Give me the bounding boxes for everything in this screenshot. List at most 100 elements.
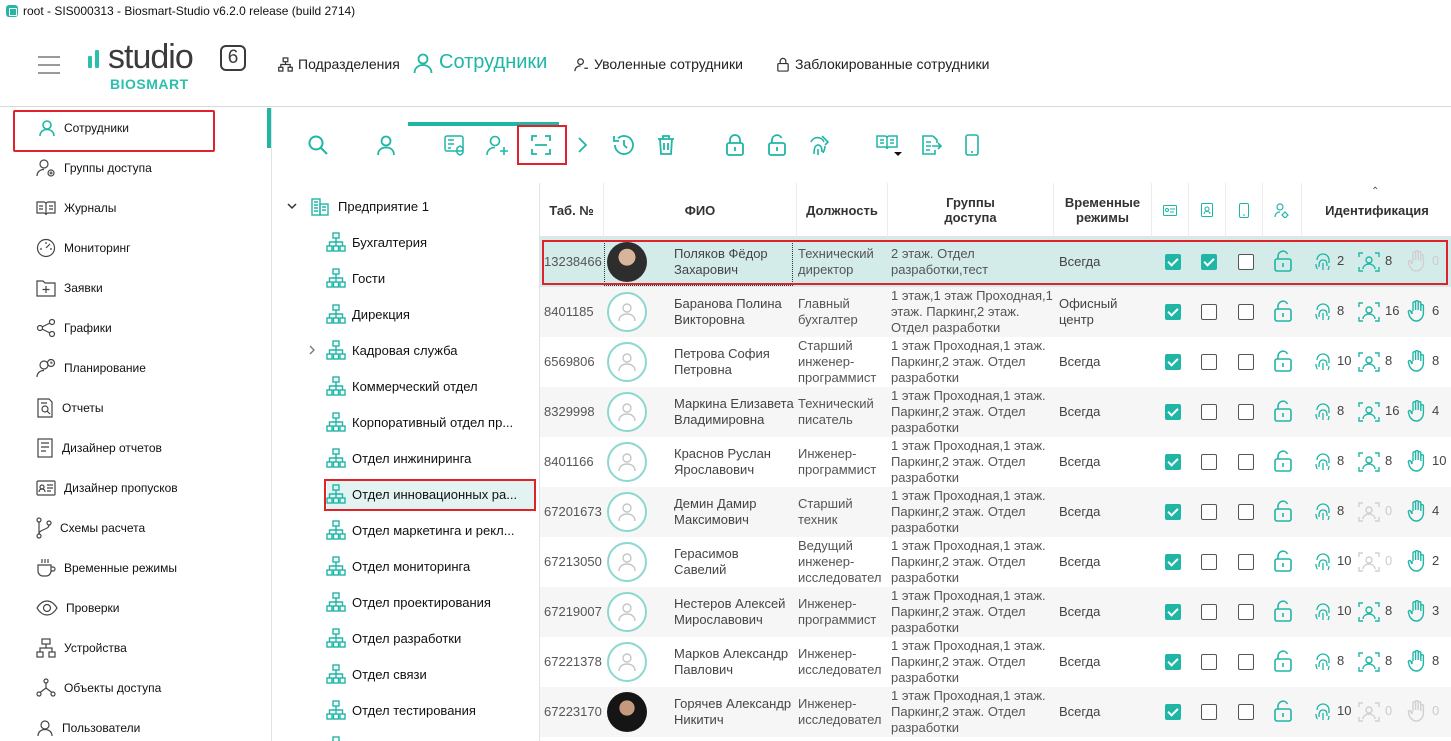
- add-user-button[interactable]: [485, 132, 511, 158]
- sidebar-item-time-modes[interactable]: Временные режимы: [36, 548, 177, 588]
- unlock-icon[interactable]: [1273, 550, 1293, 572]
- col-fio[interactable]: ФИО: [604, 183, 797, 237]
- tab-dismissed-employees[interactable]: Уволенные сотрудники: [574, 56, 743, 72]
- sidebar-item-access-objects[interactable]: Объекты доступа: [36, 668, 161, 708]
- tree-node[interactable]: Кадровая служба: [309, 335, 457, 365]
- mobile-checkbox[interactable]: [1238, 554, 1254, 570]
- col-card[interactable]: [1152, 183, 1189, 237]
- card-checkbox[interactable]: [1165, 304, 1181, 320]
- tree-node[interactable]: Отдел тестирования: [326, 695, 476, 725]
- next-button[interactable]: [569, 132, 595, 158]
- sidebar-item-users[interactable]: Пользователи: [36, 708, 140, 741]
- tree-node[interactable]: Отдел маркетинга и рекл...: [326, 515, 515, 545]
- tree-node[interactable]: [326, 731, 352, 741]
- menu-icon[interactable]: [38, 56, 60, 74]
- history-button[interactable]: [611, 132, 637, 158]
- lock-button[interactable]: [722, 132, 748, 158]
- badge-checkbox[interactable]: [1201, 704, 1217, 720]
- badge-checkbox[interactable]: [1201, 404, 1217, 420]
- sort-up-icon[interactable]: ⌃: [1371, 186, 1379, 197]
- badge-checkbox[interactable]: [1201, 304, 1217, 320]
- card-checkbox[interactable]: [1165, 654, 1181, 670]
- table-row[interactable]: 8329998 Маркина Елизавета Владимировна Тех…: [540, 387, 1451, 437]
- tree-node[interactable]: Дирекция: [326, 299, 410, 329]
- chevron-down-icon[interactable]: [286, 200, 298, 212]
- col-user-lock[interactable]: [1263, 183, 1302, 237]
- tree-node[interactable]: Коммерческий отдел: [326, 371, 478, 401]
- tree-root[interactable]: Предприятие 1: [286, 191, 429, 221]
- table-row[interactable]: 67219007 Нестеров Алексей Мирославович Инж…: [540, 587, 1451, 637]
- tree-node[interactable]: Отдел инжиниринга: [326, 443, 471, 473]
- export-button[interactable]: [918, 132, 944, 158]
- col-badge[interactable]: [1189, 183, 1226, 237]
- card-checkbox[interactable]: [1165, 554, 1181, 570]
- sidebar-item-journals[interactable]: Журналы: [36, 188, 116, 228]
- mobile-checkbox[interactable]: [1238, 304, 1254, 320]
- unlock-icon[interactable]: [1273, 350, 1293, 372]
- delete-button[interactable]: [653, 132, 679, 158]
- table-row[interactable]: 67223170 Горячев Александр Никитич Инженер…: [540, 687, 1451, 737]
- tab-employees[interactable]: Сотрудники: [412, 51, 547, 74]
- table-row[interactable]: 67201673 Демин Дамир Максимович Старший те…: [540, 487, 1451, 537]
- mobile-button[interactable]: [959, 132, 985, 158]
- badge-checkbox[interactable]: [1201, 554, 1217, 570]
- mobile-checkbox[interactable]: [1238, 654, 1254, 670]
- table-row[interactable]: 8401185 Баранова Полина Викторовна Главный…: [540, 287, 1451, 337]
- sidebar-item-requests[interactable]: Заявки: [36, 268, 103, 308]
- unlock-icon[interactable]: [1273, 700, 1293, 722]
- tree-node[interactable]: Отдел разработки: [326, 623, 461, 653]
- tree-node[interactable]: Корпоративный отдел пр...: [326, 407, 513, 437]
- tree-node[interactable]: Отдел проектирования: [326, 587, 491, 617]
- card-checkbox[interactable]: [1165, 404, 1181, 420]
- tree-node[interactable]: Бухгалтерия: [326, 227, 427, 257]
- sidebar-item-employees[interactable]: Сотрудники: [38, 108, 129, 148]
- tree-node[interactable]: Отдел связи: [326, 659, 427, 689]
- card-checkbox[interactable]: [1165, 354, 1181, 370]
- badge-checkbox[interactable]: [1201, 454, 1217, 470]
- col-position[interactable]: Должность: [797, 183, 888, 237]
- col-modes[interactable]: Временные режимы: [1054, 183, 1152, 237]
- sidebar-item-report-designer[interactable]: Дизайнер отчетов: [36, 428, 162, 468]
- sidebar-item-schedules[interactable]: Графики: [36, 308, 112, 348]
- unlock-icon[interactable]: [1273, 500, 1293, 522]
- badge-checkbox[interactable]: [1201, 604, 1217, 620]
- mobile-checkbox[interactable]: [1238, 704, 1254, 720]
- sidebar-item-badge-designer[interactable]: Дизайнер пропусков: [36, 468, 178, 508]
- unlock-icon[interactable]: [1273, 600, 1293, 622]
- unlock-icon[interactable]: [1273, 300, 1293, 322]
- mobile-checkbox[interactable]: [1238, 454, 1254, 470]
- sidebar-item-calc-schemes[interactable]: Схемы расчета: [36, 508, 145, 548]
- table-row[interactable]: 67221378 Марков Александр Павлович Инженер…: [540, 637, 1451, 687]
- chevron-right-icon[interactable]: [307, 344, 317, 356]
- mobile-checkbox[interactable]: [1238, 604, 1254, 620]
- journal-dropdown-button[interactable]: [876, 132, 902, 158]
- table-row[interactable]: 67213050 Герасимов Савелий Ведущий инженер…: [540, 537, 1451, 587]
- tree-node[interactable]: Гости: [326, 263, 385, 293]
- tab-blocked-employees[interactable]: Заблокированные сотрудники: [776, 56, 989, 72]
- unlock-button[interactable]: [764, 132, 790, 158]
- badge-checkbox[interactable]: [1201, 504, 1217, 520]
- badge-checkbox[interactable]: [1201, 354, 1217, 370]
- tab-departments[interactable]: Подразделения: [278, 56, 400, 72]
- col-mobile[interactable]: [1226, 183, 1263, 237]
- sidebar-item-access-groups[interactable]: Группы доступа: [36, 148, 152, 188]
- mobile-checkbox[interactable]: [1238, 354, 1254, 370]
- sidebar-item-devices[interactable]: Устройства: [36, 628, 127, 668]
- unlock-icon[interactable]: [1273, 450, 1293, 472]
- card-checkbox[interactable]: [1165, 454, 1181, 470]
- card-checkbox[interactable]: [1165, 704, 1181, 720]
- mobile-checkbox[interactable]: [1238, 404, 1254, 420]
- table-row[interactable]: 6569806 Петрова София Петровна Старший инж…: [540, 337, 1451, 387]
- add-employee-button[interactable]: [373, 132, 399, 158]
- mobile-checkbox[interactable]: [1238, 504, 1254, 520]
- col-groups[interactable]: Группы доступа: [888, 183, 1054, 237]
- card-checkbox[interactable]: [1165, 504, 1181, 520]
- col-tab[interactable]: Таб. №: [540, 183, 604, 237]
- table-row[interactable]: 8401166 Краснов Руслан Ярославович Инженер…: [540, 437, 1451, 487]
- identification-button[interactable]: [806, 132, 832, 158]
- sidebar-item-reports[interactable]: Отчеты: [36, 388, 103, 428]
- badge-checkbox[interactable]: [1201, 654, 1217, 670]
- sidebar-item-monitoring[interactable]: Мониторинг: [36, 228, 131, 268]
- sidebar-item-checks[interactable]: Проверки: [36, 588, 120, 628]
- card-checkbox[interactable]: [1165, 604, 1181, 620]
